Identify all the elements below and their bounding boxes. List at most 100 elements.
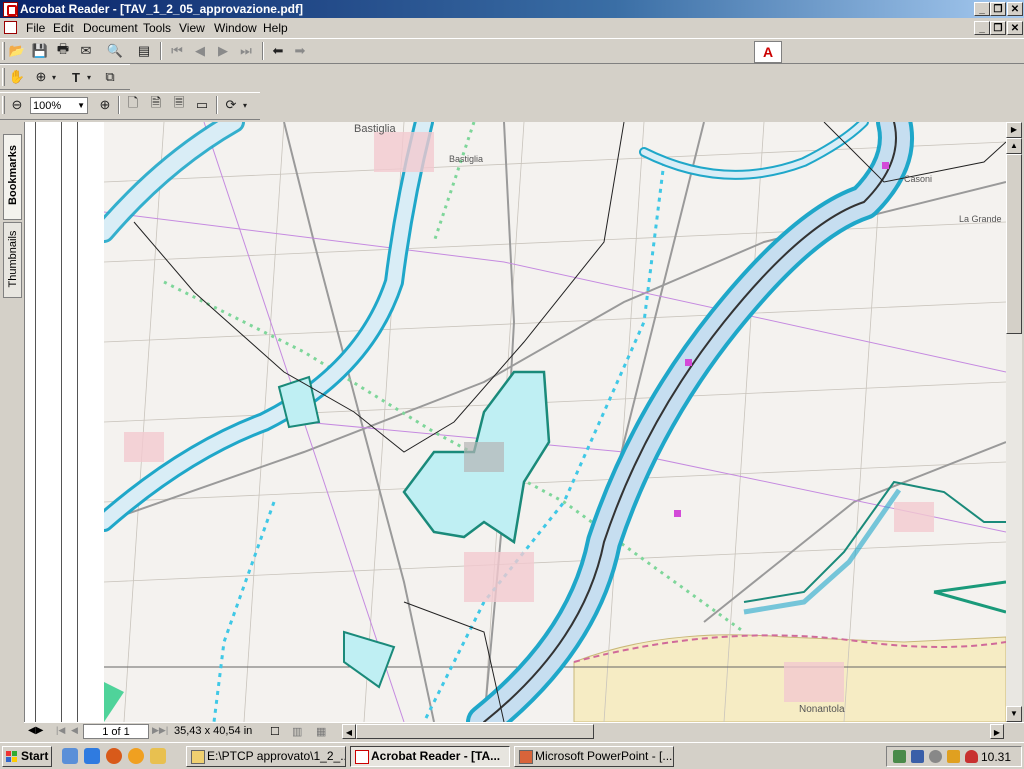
rotate-view-icon[interactable]: ⟳ [221, 96, 241, 114]
system-tray: 10.31 [886, 746, 1022, 767]
bookmarks-tab[interactable]: Bookmarks [3, 134, 22, 220]
previous-page-icon[interactable]: ◀ [190, 42, 210, 60]
zoom-combobox[interactable]: 100% ▼ [30, 97, 88, 114]
ie-quicklaunch-icon[interactable] [84, 748, 100, 764]
toolbar-separator [262, 42, 264, 60]
facing-layout-icon[interactable]: ▦ [316, 725, 326, 738]
folder-quicklaunch-icon[interactable] [150, 748, 166, 764]
minimize-button[interactable]: _ [974, 2, 990, 16]
zoom-in-icon[interactable]: ⊕ [95, 96, 115, 114]
toolbar-grip[interactable] [2, 96, 5, 114]
fit-visible-icon[interactable]: ▭ [192, 96, 212, 114]
windows-taskbar: Start E:\PTCP approvato\1_2_... Acrobat … [0, 742, 1024, 769]
scroll-up-arrow-icon[interactable]: ▲ [1006, 138, 1022, 154]
powerpoint-icon [519, 750, 533, 764]
network-tray-icon[interactable] [893, 750, 906, 763]
desktop-quicklaunch-icon[interactable] [62, 748, 78, 764]
menu-document[interactable]: Document [83, 21, 138, 35]
close-button[interactable]: ✕ [1007, 2, 1023, 16]
player-quicklaunch-icon[interactable] [128, 748, 144, 764]
zoom-value: 100% [33, 100, 62, 112]
first-page-status-icon[interactable]: |◀ [56, 725, 65, 736]
last-page-icon[interactable]: ⏭ [236, 42, 256, 60]
taskbar-item-acrobat[interactable]: Acrobat Reader - [TA... [350, 746, 510, 767]
start-button[interactable]: Start [2, 746, 52, 767]
toolbar-separator [118, 96, 120, 114]
display-tray-icon[interactable] [911, 750, 924, 763]
menu-help[interactable]: Help [263, 21, 288, 35]
text-select-tool-icon[interactable]: T [66, 68, 86, 86]
toolbar-separator [160, 42, 162, 60]
print-icon[interactable]: 🖶 [53, 41, 73, 60]
zoom-out-icon[interactable]: ⊖ [7, 96, 27, 114]
restore-button[interactable]: ❐ [990, 2, 1006, 16]
vertical-scroll-thumb[interactable] [1006, 154, 1022, 334]
shield-tray-icon[interactable] [965, 750, 978, 763]
place-label-bastiglia: Bastiglia [449, 154, 483, 164]
window-title: Acrobat Reader - [TAV_1_2_05_approvazion… [20, 2, 303, 16]
snapshot-tool-icon[interactable]: ⧉ [100, 68, 120, 86]
split-handle-icon[interactable]: ◀▶ [28, 725, 43, 736]
zoom-tool-icon[interactable]: ⊕ [31, 68, 51, 86]
go-forward-icon[interactable]: ➡ [290, 42, 310, 60]
doc-restore-button[interactable]: ❐ [990, 21, 1006, 35]
taskbar-item-explorer[interactable]: E:\PTCP approvato\1_2_... [186, 746, 346, 767]
zoom-tool-dropdown-icon[interactable]: ▾ [49, 68, 59, 86]
actual-size-icon[interactable]: 🗋 [123, 95, 143, 114]
show-navpane-icon[interactable]: ▤ [134, 42, 154, 60]
find-icon[interactable]: 🔍 [105, 42, 125, 60]
rotate-dropdown-icon[interactable]: ▾ [240, 96, 250, 114]
scroll-right-arrow-icon[interactable]: ▶ [990, 724, 1004, 739]
first-page-icon[interactable]: ⏮ [167, 42, 187, 60]
toolbar-grip[interactable] [2, 42, 5, 60]
fit-width-icon[interactable]: 🗏 [169, 95, 189, 114]
taskbar-item-powerpoint[interactable]: Microsoft PowerPoint - [... [514, 746, 674, 767]
next-page-icon[interactable]: ▶ [213, 42, 233, 60]
doc-minimize-button[interactable]: _ [974, 21, 990, 35]
doc-close-button[interactable]: ✕ [1007, 21, 1023, 35]
clock: 10.31 [980, 750, 1011, 764]
scroll-right-icon[interactable]: ▶ [1006, 122, 1022, 138]
title-bar: Acrobat Reader - [TAV_1_2_05_approvazion… [0, 0, 1024, 18]
media-quicklaunch-icon[interactable] [106, 748, 122, 764]
toolbar-grip[interactable] [2, 68, 5, 86]
vertical-scrollbar[interactable]: ▶ ▲ ▼ [1006, 122, 1022, 722]
go-back-icon[interactable]: ⬅ [268, 42, 288, 60]
page-size-readout: 35,43 x 40,54 in [174, 725, 253, 737]
fit-page-icon[interactable]: 🗎 [146, 95, 166, 114]
text-select-dropdown-icon[interactable]: ▾ [84, 68, 94, 86]
thumbnails-tab[interactable]: Thumbnails [3, 222, 22, 298]
pdf-map-page[interactable]: Bastiglia Bastiglia La Grande Casoni Non… [104, 122, 1006, 722]
scroll-left-arrow-icon[interactable]: ◀ [342, 724, 356, 739]
bookmarks-tab-label: Bookmarks [7, 145, 19, 205]
page-margin-strip [24, 122, 104, 722]
security-tray-icon[interactable] [947, 750, 960, 763]
single-page-layout-icon[interactable]: ☐ [270, 725, 280, 738]
acrobat-app-icon[interactable] [3, 2, 18, 17]
menu-edit[interactable]: Edit [53, 21, 74, 35]
save-icon[interactable]: 💾 [30, 42, 50, 60]
horizontal-scroll-thumb[interactable] [356, 724, 594, 739]
place-label-la-grande: La Grande [959, 214, 1002, 224]
zoom-dropdown-icon[interactable]: ▼ [77, 98, 85, 114]
volume-tray-icon[interactable] [929, 750, 942, 763]
previous-page-status-icon[interactable]: ◀ [71, 725, 78, 736]
menu-view[interactable]: View [179, 21, 205, 35]
tools-toolbar: ✋ ⊕ ▾ T ▾ ⧉ [0, 64, 130, 90]
place-label-nonantola: Nonantola [799, 704, 845, 715]
menu-file[interactable]: File [26, 21, 45, 35]
hand-tool-icon[interactable]: ✋ [7, 68, 27, 86]
menu-bar: File Edit Document Tools View Window Hel… [0, 18, 1024, 38]
page-number-field[interactable]: 1 of 1 [83, 724, 149, 739]
continuous-layout-icon[interactable]: ▥ [292, 725, 302, 738]
menu-tools[interactable]: Tools [143, 21, 171, 35]
menu-window[interactable]: Window [214, 21, 257, 35]
next-page-status-icon[interactable]: ▶▶| [152, 725, 168, 736]
adobe-logo-icon[interactable]: A [754, 41, 782, 63]
thumbnails-tab-label: Thumbnails [7, 230, 19, 288]
acrobat-icon [355, 750, 369, 764]
open-icon[interactable]: 📂 [7, 42, 27, 60]
scroll-down-arrow-icon[interactable]: ▼ [1006, 706, 1022, 722]
email-icon[interactable]: ✉ [76, 42, 96, 60]
document-icon[interactable] [4, 21, 17, 34]
